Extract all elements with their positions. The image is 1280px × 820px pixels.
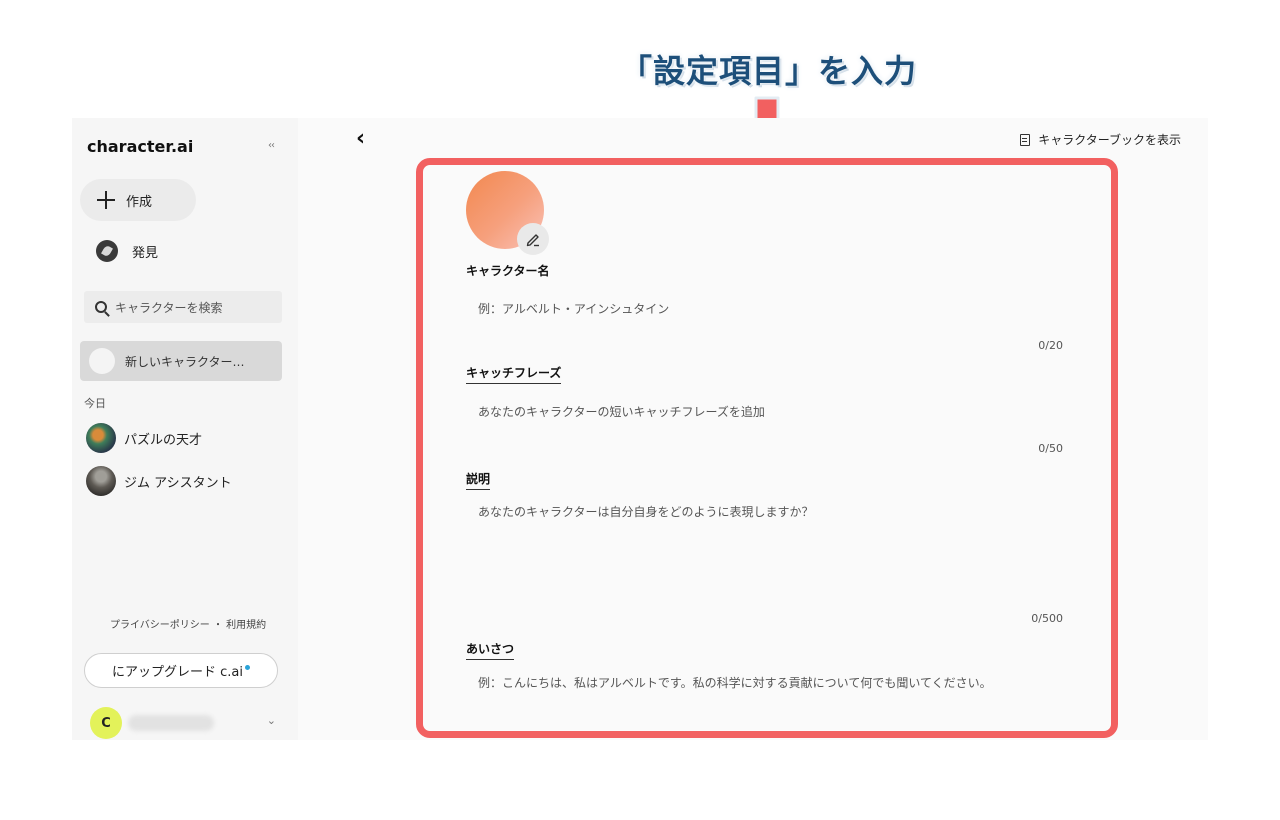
chat-item-name: パズルの天才 (124, 432, 203, 448)
user-menu[interactable]: C ⌄ (90, 707, 276, 739)
highlight-frame (416, 158, 1118, 738)
sparkle-icon (245, 665, 250, 670)
create-button[interactable]: 作成 (80, 179, 196, 221)
new-character-item[interactable]: 新しいキャラクター… (80, 341, 282, 381)
sidebar: character.ai ‹‹ 作成 発見 キャラクターを検索 新しいキャラクタ… (72, 118, 298, 740)
character-book-button[interactable]: キャラクターブックを表示 (1020, 131, 1181, 148)
discover-label: 発見 (132, 245, 159, 261)
avatar (89, 348, 115, 374)
book-icon (1020, 133, 1031, 146)
new-character-label: 新しいキャラクター… (125, 354, 245, 369)
section-heading-today: 今日 (84, 397, 106, 410)
search-icon (95, 301, 107, 313)
callout-title: 「設定項目」を入力 (620, 52, 918, 90)
collapse-sidebar-button[interactable]: ‹‹ (268, 140, 275, 151)
upgrade-button[interactable]: にアップグレード c.ai (84, 653, 278, 688)
discover-link[interactable]: 発見 (96, 240, 158, 262)
compass-icon (96, 240, 118, 262)
avatar (86, 466, 116, 496)
create-label: 作成 (126, 194, 153, 210)
chat-item-name: ジム アシスタント (124, 475, 232, 491)
chevron-down-icon: ⌄ (266, 714, 276, 727)
avatar (86, 423, 116, 453)
character-book-label: キャラクターブックを表示 (1038, 133, 1181, 147)
upgrade-label: にアップグレード c.ai (112, 665, 243, 680)
back-button[interactable]: ‹ (356, 126, 365, 151)
chat-item[interactable]: パズルの天才 (86, 423, 202, 453)
plus-icon (96, 190, 116, 210)
footer-links[interactable]: プライバシーポリシー ・ 利用規約 (110, 616, 266, 631)
user-avatar: C (90, 707, 122, 739)
logo[interactable]: character.ai (87, 137, 193, 156)
user-name-redacted (128, 715, 214, 731)
search-placeholder: キャラクターを検索 (115, 300, 223, 315)
chat-item[interactable]: ジム アシスタント (86, 466, 232, 496)
search-input[interactable]: キャラクターを検索 (84, 291, 282, 323)
